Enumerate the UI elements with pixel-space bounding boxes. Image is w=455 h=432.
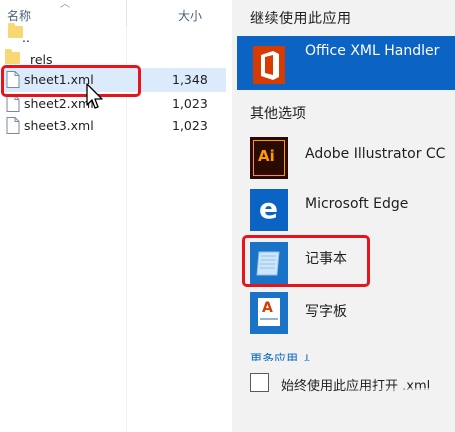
column-header-size[interactable]: 大小 (178, 7, 202, 24)
folder-icon (8, 23, 23, 38)
file-name: sheet3.xml (24, 118, 94, 133)
file-explorer: ︿ 名称 大小 .. rels sheet1.xml 1,348 sheet2.… (0, 0, 232, 432)
column-header: ︿ 名称 大小 (0, 0, 232, 26)
office-icon (253, 46, 285, 84)
other-options-title: 其他选项 (250, 106, 306, 122)
column-divider[interactable] (126, 0, 127, 26)
file-name: .. (22, 30, 30, 45)
always-use-checkbox[interactable] (250, 373, 269, 392)
edge-icon: e (250, 189, 288, 231)
dialog-title: 继续使用此应用 (250, 11, 352, 27)
selected-app-office-xml-handler[interactable]: Office XML Handler (237, 36, 455, 90)
highlight-box-notepad (242, 235, 370, 287)
app-label: Microsoft Edge (305, 196, 409, 212)
edge-tile-text: e (259, 192, 278, 225)
app-option-edge[interactable]: e Microsoft Edge (232, 187, 455, 233)
file-name: sheet2.xml (24, 96, 94, 111)
file-row-sheet3[interactable]: sheet3.xml 1,023 (2, 114, 226, 138)
file-size: 1,023 (172, 96, 208, 111)
illustrator-icon: Ai (250, 137, 288, 179)
app-option-illustrator[interactable]: Ai Adobe Illustrator CC (232, 137, 455, 183)
more-apps-link[interactable]: 更多应用 ↓ (250, 350, 312, 361)
mouse-cursor-icon (86, 83, 103, 109)
app-label: Adobe Illustrator CC (305, 146, 446, 162)
open-with-dialog: 继续使用此应用 Office XML Handler 其他选项 Ai Adobe… (232, 0, 455, 432)
folder-icon (5, 49, 20, 64)
file-size: 1,348 (172, 72, 208, 87)
app-option-wordpad[interactable]: A 写字板 (232, 292, 455, 338)
app-label: Office XML Handler (305, 43, 440, 59)
app-label: 写字板 (305, 304, 347, 320)
xml-file-icon (6, 117, 20, 134)
illustrator-tile-text: Ai (258, 147, 275, 165)
wordpad-icon: A (250, 292, 288, 334)
xml-file-icon (6, 95, 20, 112)
file-size: 1,023 (172, 118, 208, 133)
wordpad-tile-text: A (262, 300, 273, 316)
sort-caret-icon: ︿ (60, 0, 70, 10)
highlight-box-sheet1 (1, 65, 141, 97)
column-header-name[interactable]: 名称 (7, 7, 31, 24)
watermark-fade (335, 388, 455, 432)
